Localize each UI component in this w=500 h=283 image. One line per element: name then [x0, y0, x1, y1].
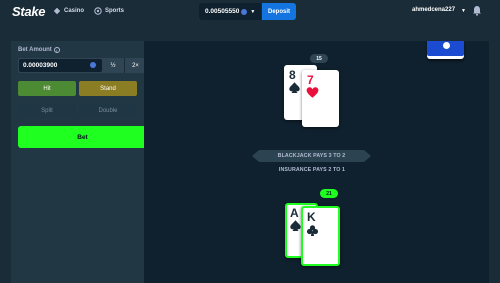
ribbon-tail-right — [364, 150, 371, 162]
balance-amount: 0.00505550 — [205, 8, 240, 15]
stake-logo[interactable]: Stake — [12, 4, 46, 19]
nav-casino-label: Casino — [64, 8, 85, 14]
player-score-badge: 21 — [320, 189, 338, 198]
top-bar: Stake Casino Sports 0.00505550 ▼ Deposit… — [0, 0, 500, 24]
player-card-2: K — [301, 206, 340, 266]
sports-icon — [94, 7, 102, 15]
hit-button[interactable]: Hit — [18, 81, 76, 96]
spade-icon — [289, 82, 300, 94]
club-icon — [306, 225, 319, 237]
blackjack-pays-banner: BLACKJACK PAYS 3 TO 2 — [259, 150, 364, 162]
player-card-1-rank: A — [290, 206, 299, 220]
half-bet-button[interactable]: ½ — [103, 58, 123, 73]
dealer-card-1-rank: 8 — [289, 68, 296, 82]
bet-amount-label-row: Bet Amount i — [18, 47, 60, 53]
bet-currency-icon — [90, 61, 96, 68]
user-chevron-down-icon[interactable]: ▼ — [461, 8, 466, 14]
bet-panel: Bet Amount i 0.00003900 ½ 2× Hit Stand S… — [11, 41, 147, 283]
wallet-balance[interactable]: 0.00505550 ▼ — [199, 3, 261, 20]
double-down-button[interactable]: Double — [79, 103, 137, 118]
stand-button[interactable]: Stand — [79, 81, 137, 96]
heart-icon — [306, 87, 319, 98]
dealer-card-2: 7 — [302, 70, 339, 127]
deck-logo-icon — [443, 42, 450, 49]
info-icon[interactable]: i — [53, 47, 60, 53]
casino-icon — [53, 7, 61, 15]
game-area: 15 8 7 BLACKJACK PAYS 3 TO 2 INSURANCE P… — [144, 41, 489, 283]
nav-sports-label: Sports — [105, 8, 125, 14]
currency-icon — [241, 8, 248, 15]
deposit-button[interactable]: Deposit — [262, 3, 296, 20]
username[interactable]: ahmedcena227 — [412, 7, 455, 13]
double-bet-button[interactable]: 2× — [124, 58, 146, 73]
player-card-2-rank: K — [307, 210, 316, 224]
bet-button[interactable]: Bet — [18, 126, 147, 148]
card-deck — [427, 41, 464, 59]
ribbon-tail-left — [252, 150, 259, 162]
insurance-pays-banner: INSURANCE PAYS 2 TO 1 — [278, 167, 346, 173]
bet-amount-label: Bet Amount — [18, 47, 52, 53]
bet-amount-group: 0.00003900 ½ 2× — [18, 58, 147, 73]
dealer-card-2-rank: 7 — [307, 73, 314, 87]
nav-sports[interactable]: Sports — [94, 7, 124, 15]
dealer-score-badge: 15 — [310, 54, 328, 63]
split-button[interactable]: Split — [18, 103, 76, 118]
bell-icon[interactable] — [472, 5, 482, 16]
chevron-down-icon: ▼ — [250, 8, 256, 15]
nav-casino[interactable]: Casino — [53, 7, 84, 15]
